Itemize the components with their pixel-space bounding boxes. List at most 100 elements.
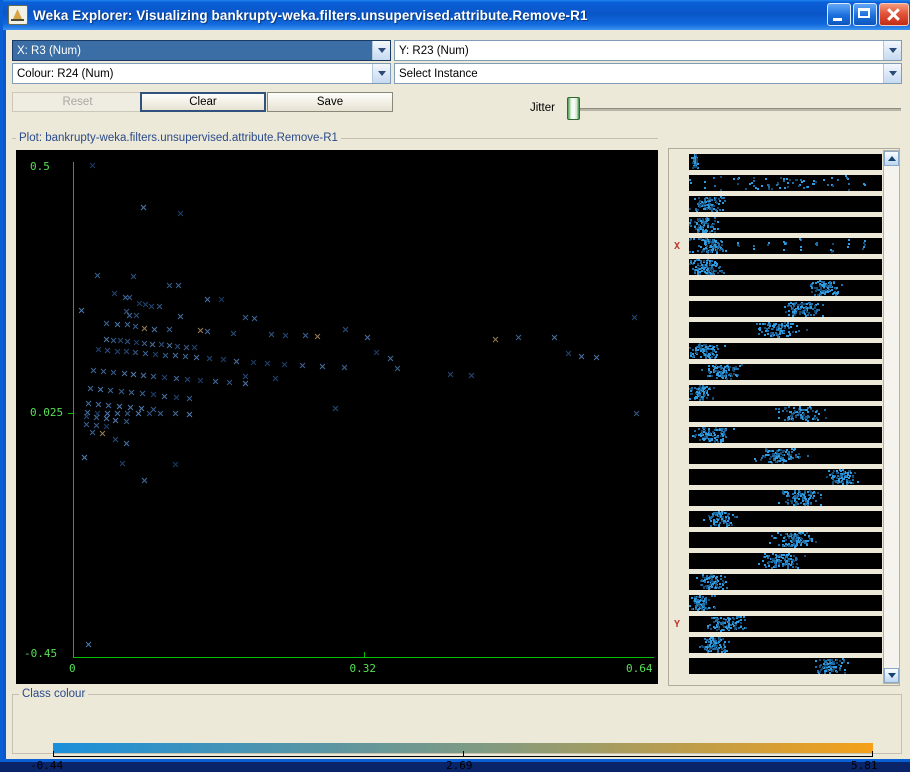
attribute-strip[interactable]: [689, 595, 882, 611]
attribute-strip-dot: [699, 355, 702, 358]
y-axis-combo[interactable]: Y: R23 (Num): [394, 40, 902, 61]
attribute-strip-dot: [699, 245, 702, 248]
attribute-strip-dot: [796, 413, 799, 416]
attribute-strip[interactable]: [689, 490, 882, 506]
data-point: [85, 400, 92, 407]
attribute-strip-dot: [790, 501, 793, 504]
attribute-strip-dot: [790, 448, 793, 451]
save-button[interactable]: Save: [267, 92, 393, 112]
attribute-strip-dot: [713, 223, 716, 226]
attribute-strip-dot: [799, 542, 802, 545]
data-point: [110, 337, 117, 344]
attribute-strip-dot: [718, 208, 721, 211]
attribute-strip-dot: [707, 365, 710, 368]
attribute-strip-dot: [709, 644, 712, 647]
scatter-plot-canvas[interactable]: 0.5 0.025 -0.45 0 0.32 0.64: [16, 150, 658, 684]
attribute-strip-dot: [816, 288, 819, 291]
attribute-strip-dot: [707, 352, 710, 355]
attribute-strip[interactable]: [689, 280, 882, 296]
reset-button[interactable]: Reset: [12, 92, 143, 112]
attribute-strip-dot: [787, 499, 790, 502]
attribute-strip-dot: [771, 327, 774, 330]
attribute-strip[interactable]: [689, 427, 882, 443]
scroll-down-icon[interactable]: [884, 668, 899, 683]
data-point: [103, 415, 110, 422]
attribute-strip-dot: [766, 557, 769, 560]
data-point: [172, 461, 179, 468]
chevron-down-icon[interactable]: [883, 64, 901, 83]
attribute-strip-dot: [714, 197, 717, 200]
attribute-strip-dot: [704, 203, 707, 206]
attribute-strip-dot: [795, 330, 798, 333]
attribute-strip-dot: [706, 225, 709, 228]
attribute-strip-dot: [711, 248, 714, 251]
attribute-strip-dot: [810, 490, 813, 493]
attribute-strip[interactable]: [689, 406, 882, 422]
x-axis-combo[interactable]: X: R3 (Num): [12, 40, 391, 61]
attribute-strip[interactable]: [689, 532, 882, 548]
attribute-strip-dot: [717, 244, 720, 247]
attribute-strip-dot: [788, 406, 791, 409]
attribute-strip[interactable]: [689, 658, 882, 674]
attribute-strip[interactable]: [689, 343, 882, 359]
minimize-button[interactable]: [827, 3, 851, 26]
close-button[interactable]: [879, 3, 909, 26]
class-colour-label: Class colour: [19, 688, 89, 700]
attribute-strip[interactable]: [689, 217, 882, 233]
attribute-strip-dot: [728, 641, 731, 644]
select-instance-combo[interactable]: Select Instance: [394, 63, 902, 84]
chevron-down-icon[interactable]: [883, 41, 901, 60]
attribute-strip-dot: [793, 503, 796, 506]
attribute-strip-dot: [789, 500, 792, 503]
attribute-strip[interactable]: [689, 175, 882, 191]
attribute-strip[interactable]: [689, 385, 882, 401]
attribute-strip-dot: [701, 225, 704, 228]
attribute-strip[interactable]: [689, 238, 882, 254]
maximize-button[interactable]: [853, 3, 877, 26]
attribute-strip-dot: [703, 438, 706, 441]
attribute-strip[interactable]: [689, 616, 882, 632]
attribute-strip-dot: [705, 240, 708, 243]
scroll-up-icon[interactable]: [884, 151, 899, 166]
attribute-strip-dot: [702, 586, 705, 589]
attribute-strip-dot: [736, 242, 739, 245]
attribute-strip[interactable]: [689, 637, 882, 653]
attribute-strip[interactable]: [689, 196, 882, 212]
attribute-strip-dot: [782, 454, 785, 457]
jitter-slider-track[interactable]: [576, 108, 901, 111]
attribute-strip-dot: [802, 311, 805, 314]
attribute-strip-dot: [692, 238, 695, 240]
colour-combo[interactable]: Colour: R24 (Num): [12, 63, 391, 84]
attribute-strip[interactable]: [689, 511, 882, 527]
attribute-strip-dot: [700, 348, 703, 350]
attribute-strip[interactable]: [689, 553, 882, 569]
chevron-down-icon[interactable]: [372, 41, 390, 60]
data-point: [193, 354, 200, 361]
attribute-strip-dot: [787, 544, 790, 547]
attribute-strip-dot: [774, 323, 777, 325]
attribute-strip-dot: [812, 308, 815, 311]
attribute-strip[interactable]: [689, 364, 882, 380]
attribute-strip-dot: [696, 352, 699, 355]
attribute-strip-dot: [777, 544, 780, 547]
attribute-strip[interactable]: [689, 322, 882, 338]
attribute-strip[interactable]: [689, 469, 882, 485]
attribute-strip-panel[interactable]: XY: [668, 148, 900, 686]
attribute-strip[interactable]: [689, 154, 882, 170]
attribute-strip[interactable]: [689, 574, 882, 590]
attribute-strip-dot: [819, 666, 822, 669]
attribute-strip[interactable]: [689, 301, 882, 317]
attribute-strip[interactable]: [689, 448, 882, 464]
plot-title: Plot: bankrupty-weka.filters.unsupervise…: [16, 132, 341, 144]
attribute-panel-scrollbar[interactable]: [883, 150, 900, 684]
data-point: [166, 326, 173, 333]
attribute-strip-dot: [822, 292, 825, 295]
clear-button[interactable]: Clear: [140, 92, 266, 112]
chevron-down-icon[interactable]: [372, 64, 390, 83]
attribute-strip-dot: [779, 177, 782, 180]
attribute-strip[interactable]: [689, 259, 882, 275]
attribute-strip-dot: [796, 540, 799, 543]
jitter-slider-thumb[interactable]: [567, 97, 580, 120]
data-point: [565, 350, 572, 357]
attribute-strip-dot: [771, 461, 774, 464]
